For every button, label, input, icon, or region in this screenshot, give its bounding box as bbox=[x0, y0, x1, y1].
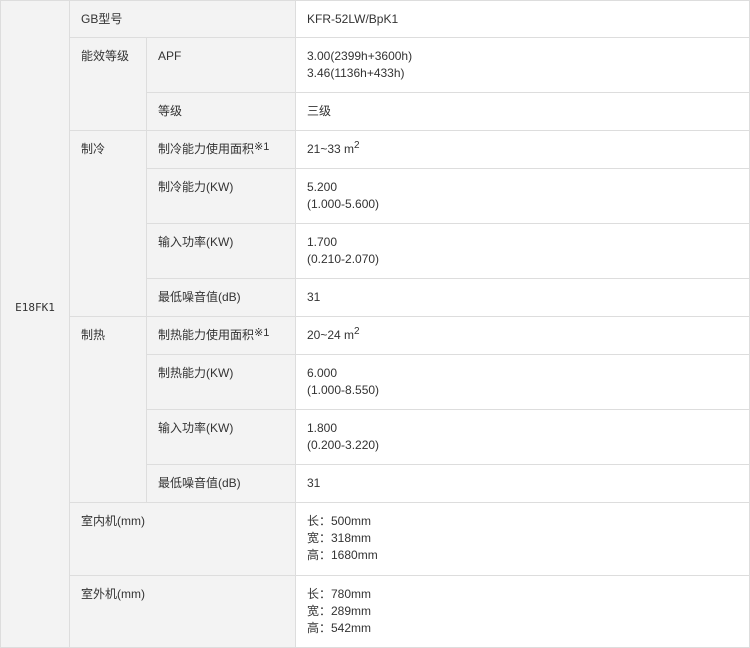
heating-input-power-value-cell: 1.800 (0.200-3.220) bbox=[296, 410, 750, 465]
spec-table: E18FK1 GB型号 KFR-52LW/BpK1 能效等级 APF 3.00(… bbox=[0, 0, 750, 648]
cooling-input-power-value-cell: 1.700 (0.210-2.070) bbox=[296, 224, 750, 279]
cooling-group-label: 制冷 bbox=[81, 142, 106, 156]
heating-input-power-range-line: (0.200-3.220) bbox=[307, 438, 380, 452]
heating-area-value: 20~24 m bbox=[307, 328, 355, 342]
cooling-input-power-range-line: (0.210-2.070) bbox=[307, 252, 380, 266]
outdoor-unit-width: 宽：289mm bbox=[307, 604, 372, 618]
indoor-unit-label: 室内机(mm) bbox=[81, 514, 145, 528]
heating-min-noise-value-cell: 31 bbox=[296, 465, 750, 503]
apf-value-cell: 3.00(2399h+3600h) 3.46(1136h+433h) bbox=[296, 38, 750, 93]
grade-label: 等级 bbox=[158, 104, 183, 118]
efficiency-group-label-cell: 能效等级 bbox=[70, 38, 147, 131]
outdoor-unit-label-cell: 室外机(mm) bbox=[70, 576, 296, 648]
cooling-input-power-label-cell: 输入功率(KW) bbox=[147, 224, 296, 279]
apf-label: APF bbox=[158, 49, 182, 63]
gb-model-value-cell: KFR-52LW/BpK1 bbox=[296, 1, 750, 38]
apf-value-line: 3.46(1136h+433h) bbox=[307, 66, 405, 80]
outdoor-unit-value-cell: 长：780mm 宽：289mm 高：542mm bbox=[296, 576, 750, 648]
model-cell: E18FK1 bbox=[1, 1, 70, 648]
cooling-capacity-range-line: (1.000-5.600) bbox=[307, 197, 380, 211]
grade-value: 三级 bbox=[307, 104, 332, 118]
gb-model-label: GB型号 bbox=[81, 12, 123, 26]
heating-capacity-value-line: 6.000 bbox=[307, 366, 338, 380]
heating-capacity-range-line: (1.000-8.550) bbox=[307, 383, 380, 397]
indoor-unit-value-cell: 长：500mm 宽：318mm 高：1680mm bbox=[296, 503, 750, 576]
outdoor-unit-length: 长：780mm bbox=[307, 587, 372, 601]
grade-label-cell: 等级 bbox=[147, 93, 296, 131]
cooling-min-noise-value-cell: 31 bbox=[296, 279, 750, 317]
cooling-min-noise-label-cell: 最低噪音值(dB) bbox=[147, 279, 296, 317]
cooling-input-power-value-line: 1.700 bbox=[307, 235, 338, 249]
cooling-capacity-value-cell: 5.200 (1.000-5.600) bbox=[296, 169, 750, 224]
indoor-unit-width: 宽：318mm bbox=[307, 531, 372, 545]
indoor-unit-label-cell: 室内机(mm) bbox=[70, 503, 296, 576]
apf-value-line: 3.00(2399h+3600h) bbox=[307, 49, 413, 63]
gb-model-value: KFR-52LW/BpK1 bbox=[307, 12, 399, 26]
heating-min-noise-label: 最低噪音值(dB) bbox=[158, 476, 241, 490]
outdoor-unit-label: 室外机(mm) bbox=[81, 587, 145, 601]
heating-min-noise-label-cell: 最低噪音值(dB) bbox=[147, 465, 296, 503]
heating-input-power-label-cell: 输入功率(KW) bbox=[147, 410, 296, 465]
model-name: E18FK1 bbox=[15, 300, 55, 314]
heating-group-label-cell: 制热 bbox=[70, 317, 147, 503]
outdoor-unit-height: 高：542mm bbox=[307, 621, 372, 635]
apf-label-cell: APF bbox=[147, 38, 296, 93]
cooling-min-noise-label: 最低噪音值(dB) bbox=[158, 290, 241, 304]
cooling-group-label-cell: 制冷 bbox=[70, 131, 147, 317]
heating-input-power-value-line: 1.800 bbox=[307, 421, 338, 435]
heating-group-label: 制热 bbox=[81, 328, 106, 342]
footnote-marker: ※1 bbox=[254, 141, 270, 153]
cooling-area-value: 21~33 m bbox=[307, 142, 355, 156]
gb-model-label-cell: GB型号 bbox=[70, 1, 296, 38]
efficiency-group-label: 能效等级 bbox=[81, 49, 130, 63]
heating-input-power-label: 输入功率(KW) bbox=[158, 421, 234, 435]
indoor-unit-height: 高：1680mm bbox=[307, 548, 378, 562]
heating-capacity-value-cell: 6.000 (1.000-8.550) bbox=[296, 355, 750, 410]
footnote-marker: ※1 bbox=[254, 327, 270, 339]
cooling-capacity-label: 制冷能力(KW) bbox=[158, 180, 234, 194]
cooling-area-label-cell: 制冷能力使用面积※1 bbox=[147, 131, 296, 169]
square-superscript: 2 bbox=[354, 326, 360, 337]
cooling-min-noise-value: 31 bbox=[307, 290, 321, 304]
cooling-capacity-label-cell: 制冷能力(KW) bbox=[147, 169, 296, 224]
cooling-area-label: 制冷能力使用面积 bbox=[158, 142, 255, 156]
cooling-area-value-cell: 21~33 m2 bbox=[296, 131, 750, 169]
indoor-unit-length: 长：500mm bbox=[307, 514, 372, 528]
heating-min-noise-value: 31 bbox=[307, 476, 321, 490]
heating-area-label-cell: 制热能力使用面积※1 bbox=[147, 317, 296, 355]
heating-area-label: 制热能力使用面积 bbox=[158, 328, 255, 342]
heating-area-value-cell: 20~24 m2 bbox=[296, 317, 750, 355]
cooling-input-power-label: 输入功率(KW) bbox=[158, 235, 234, 249]
cooling-capacity-value-line: 5.200 bbox=[307, 180, 338, 194]
heating-capacity-label-cell: 制热能力(KW) bbox=[147, 355, 296, 410]
grade-value-cell: 三级 bbox=[296, 93, 750, 131]
heating-capacity-label: 制热能力(KW) bbox=[158, 366, 234, 380]
square-superscript: 2 bbox=[354, 140, 360, 151]
